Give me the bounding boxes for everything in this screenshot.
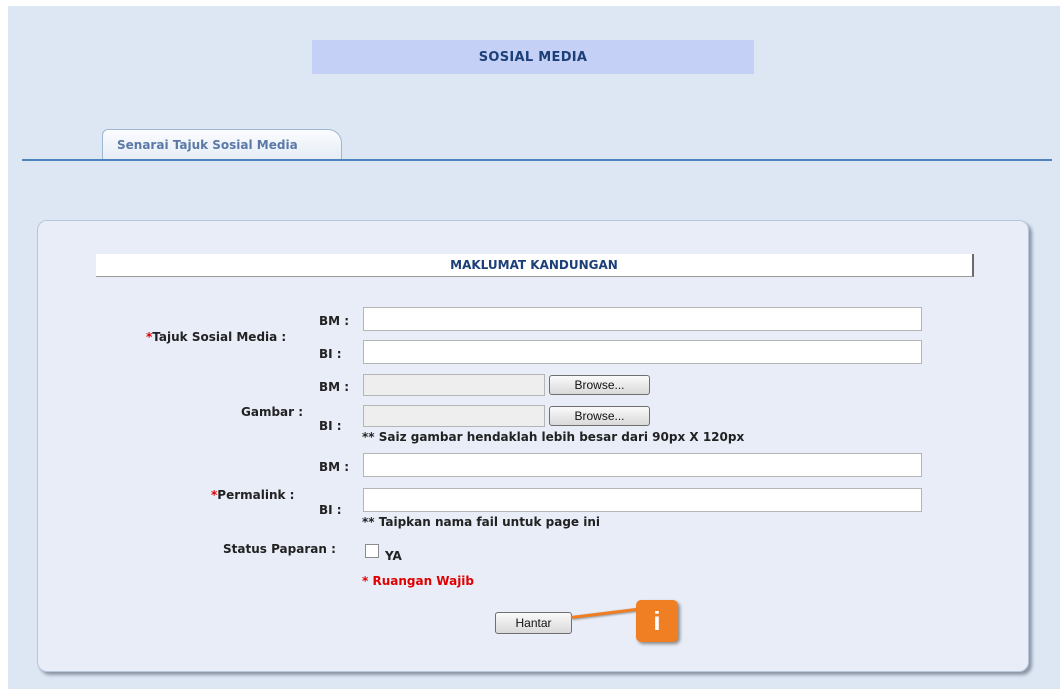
gambar-bm-browse-button[interactable]: Browse... [549,375,650,395]
permalink-bi-label: BI : [319,503,342,517]
permalink-bm-label: BM : [319,460,350,474]
tajuk-label: *Tajuk Sosial Media : [146,330,286,344]
tajuk-label-text: Tajuk Sosial Media : [152,330,287,344]
permalink-bi-input[interactable] [363,488,922,512]
hantar-button[interactable]: Hantar [495,612,572,634]
tajuk-bm-label: BM : [319,314,350,328]
permalink-note: ** Taipkan nama fail untuk page ini [362,515,600,529]
gambar-size-note: ** Saiz gambar hendaklah lebih besar dar… [362,430,745,444]
gambar-bm-label: BM : [319,380,350,394]
info-callout-badge: i [636,600,678,642]
status-paparan-label: Status Paparan : [223,542,336,556]
gambar-bi-label: BI : [319,419,342,433]
gambar-bm-file-field[interactable] [363,374,545,396]
tab-strip-divider [22,159,1052,161]
tajuk-bi-input[interactable] [363,340,922,364]
permalink-label: *Permalink : [211,488,294,502]
section-header-maklumat-kandungan: MAKLUMAT KANDUNGAN [96,254,974,277]
tajuk-bi-label: BI : [319,347,342,361]
gambar-bi-browse-button[interactable]: Browse... [549,406,650,426]
status-paparan-checkbox[interactable] [365,544,379,558]
gambar-bi-file-field[interactable] [363,405,545,427]
permalink-bm-input[interactable] [363,453,922,477]
form-panel [37,220,1029,672]
tajuk-bm-input[interactable] [363,307,922,331]
status-paparan-option-label: YA [385,549,402,563]
gambar-label: Gambar : [241,405,304,419]
permalink-label-text: Permalink : [217,488,295,502]
page-title: SOSIAL MEDIA [312,40,754,74]
tab-senarai-tajuk-sosial-media[interactable]: Senarai Tajuk Sosial Media [102,129,342,159]
required-fields-note: * Ruangan Wajib [362,574,475,588]
